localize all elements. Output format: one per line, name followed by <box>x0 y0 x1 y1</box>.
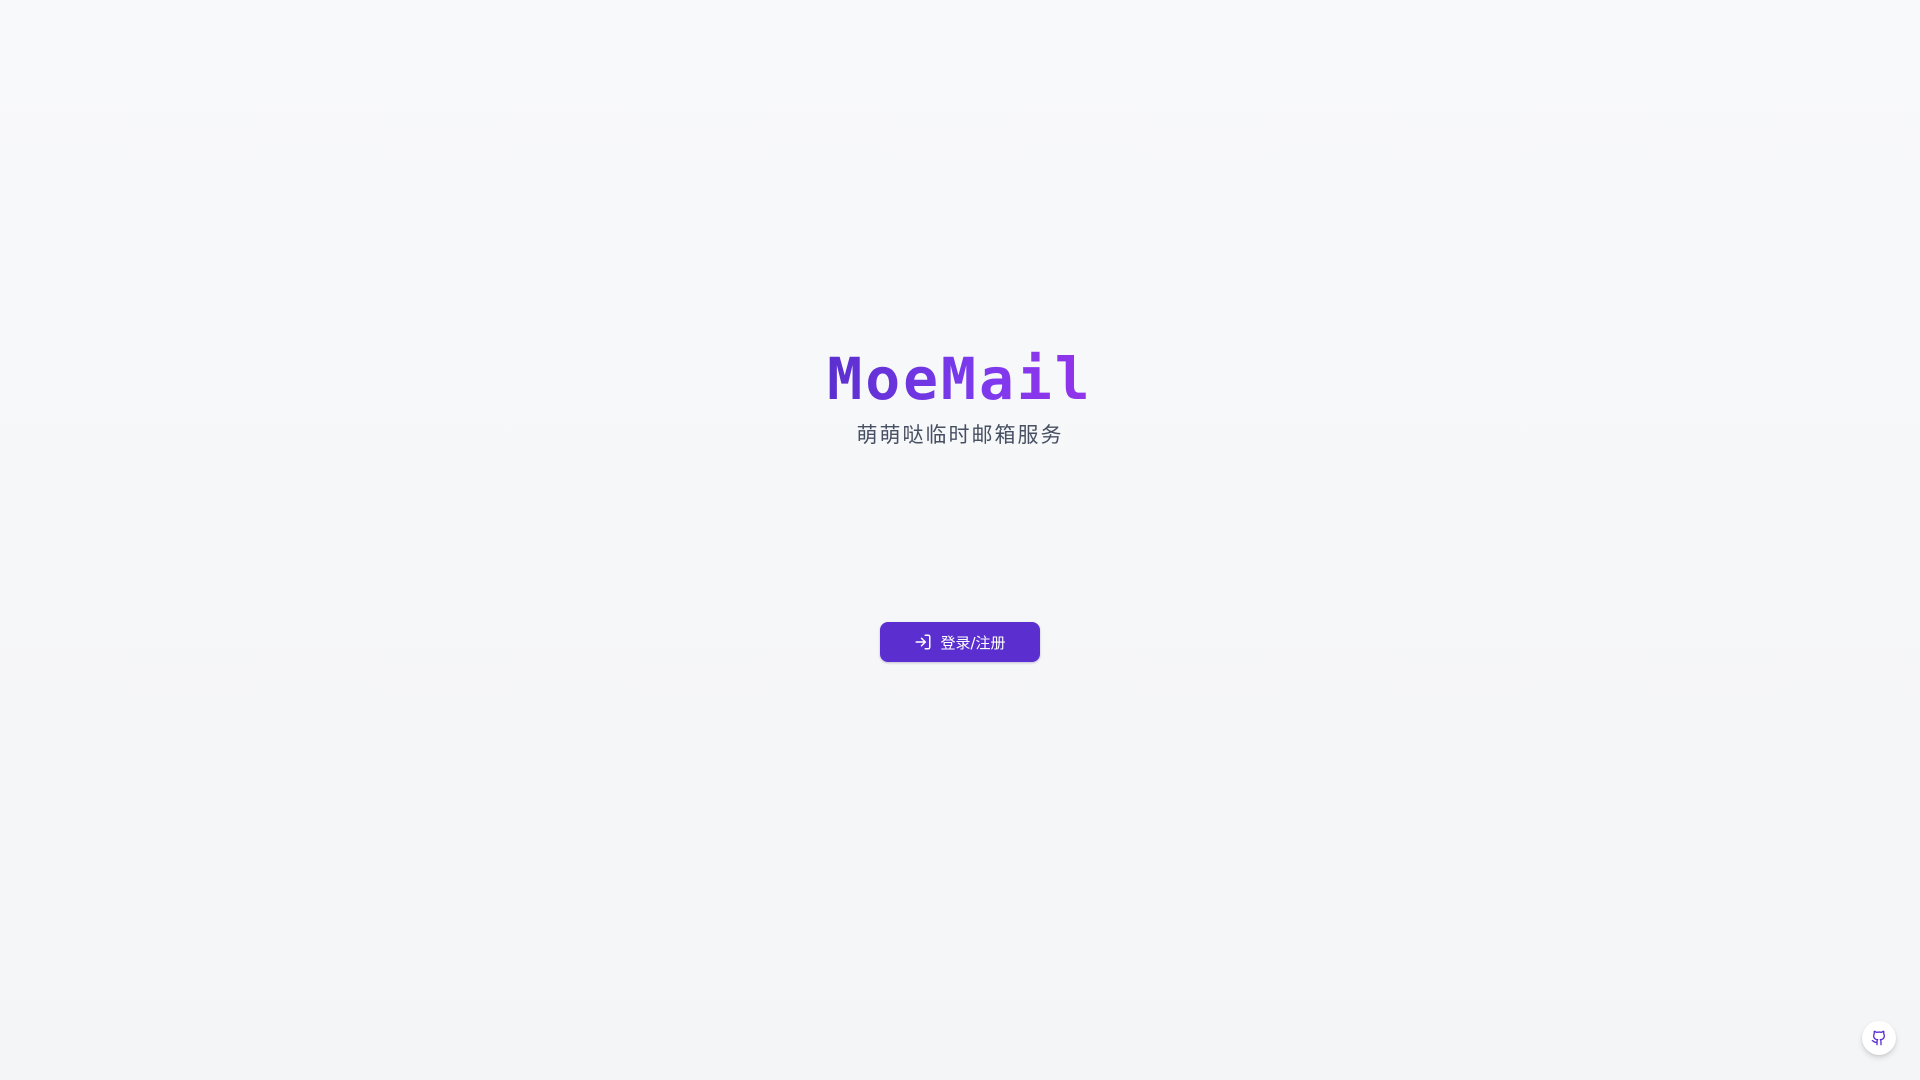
app-tagline: 萌萌哒临时邮箱服务 <box>856 423 1064 447</box>
log-in-icon <box>914 633 932 651</box>
login-register-button[interactable]: 登录/注册 <box>880 622 1040 662</box>
hero-section: MoeMail 萌萌哒临时邮箱服务 <box>0 338 1920 450</box>
github-icon <box>1871 1030 1887 1046</box>
login-register-label: 登录/注册 <box>940 633 1006 652</box>
github-link-button[interactable] <box>1862 1021 1896 1055</box>
app-logo-title: MoeMail <box>827 338 1092 420</box>
